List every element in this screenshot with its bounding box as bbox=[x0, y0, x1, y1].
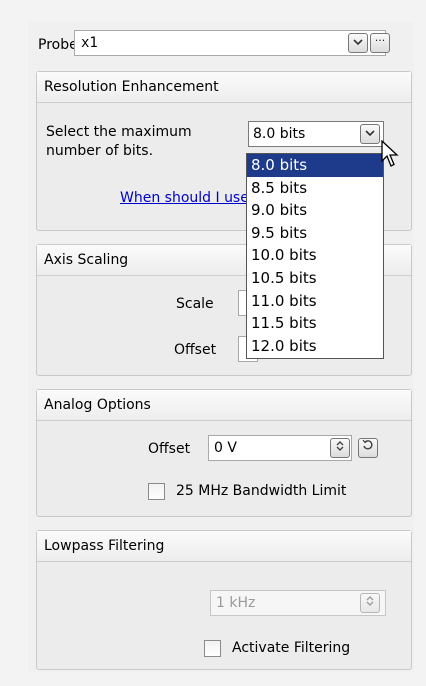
resolution-enhancement-header: Resolution Enhancement bbox=[37, 72, 411, 103]
probe-dropdown-button[interactable] bbox=[348, 33, 368, 53]
lowpass-frequency-value: 1 kHz bbox=[216, 595, 256, 611]
resolution-dropdown-button[interactable] bbox=[360, 124, 380, 144]
spinner-icon bbox=[335, 441, 345, 456]
resolution-option[interactable]: 11.0 bits bbox=[247, 290, 383, 313]
bandwidth-limit-checkbox[interactable] bbox=[148, 483, 165, 500]
resolution-option[interactable]: 10.0 bits bbox=[247, 244, 383, 267]
resolution-option[interactable]: 12.0 bits bbox=[247, 335, 383, 358]
resolution-option[interactable]: 8.5 bits bbox=[247, 177, 383, 200]
spinner-icon bbox=[365, 596, 375, 611]
probe-value: x1 bbox=[81, 35, 98, 51]
resolution-option[interactable]: 11.5 bits bbox=[247, 312, 383, 335]
ellipsis-icon: ··· bbox=[374, 34, 386, 47]
scale-label: Scale bbox=[176, 296, 214, 312]
resolution-option[interactable]: 10.5 bits bbox=[247, 267, 383, 290]
resolution-option[interactable]: 9.0 bits bbox=[247, 199, 383, 222]
reset-icon bbox=[362, 439, 374, 454]
activate-filtering-checkbox[interactable] bbox=[204, 640, 221, 657]
chevron-down-icon bbox=[353, 35, 363, 49]
analog-options-header: Analog Options bbox=[37, 390, 411, 421]
axis-offset-label: Offset bbox=[174, 342, 217, 358]
resolution-dropdown-list: 8.0 bits 8.5 bits 9.0 bits 9.5 bits 10.0… bbox=[246, 153, 384, 359]
probe-select[interactable]: x1 bbox=[74, 30, 386, 56]
lowpass-frequency-spinner[interactable] bbox=[360, 593, 380, 613]
analog-offset-value: 0 V bbox=[214, 440, 237, 456]
bandwidth-limit-label: 25 MHz Bandwidth Limit bbox=[176, 483, 347, 499]
mouse-cursor-icon bbox=[381, 139, 399, 172]
resolution-option[interactable]: 8.0 bits bbox=[247, 154, 383, 177]
resolution-option[interactable]: 9.5 bits bbox=[247, 222, 383, 245]
resolution-description-line2: number of bits. bbox=[46, 143, 154, 159]
resolution-description-line1: Select the maximum bbox=[46, 124, 192, 140]
activate-filtering-label: Activate Filtering bbox=[232, 640, 351, 656]
analog-offset-spinner[interactable] bbox=[330, 438, 350, 458]
resolution-selected-value: 8.0 bits bbox=[253, 126, 306, 142]
analog-offset-reset-button[interactable] bbox=[358, 438, 378, 458]
lowpass-filtering-header: Lowpass Filtering bbox=[37, 531, 411, 562]
chevron-down-icon bbox=[365, 126, 375, 140]
analog-offset-label: Offset bbox=[148, 441, 191, 457]
probe-label: Probe bbox=[38, 37, 78, 53]
probe-more-button[interactable]: ··· bbox=[370, 33, 390, 53]
